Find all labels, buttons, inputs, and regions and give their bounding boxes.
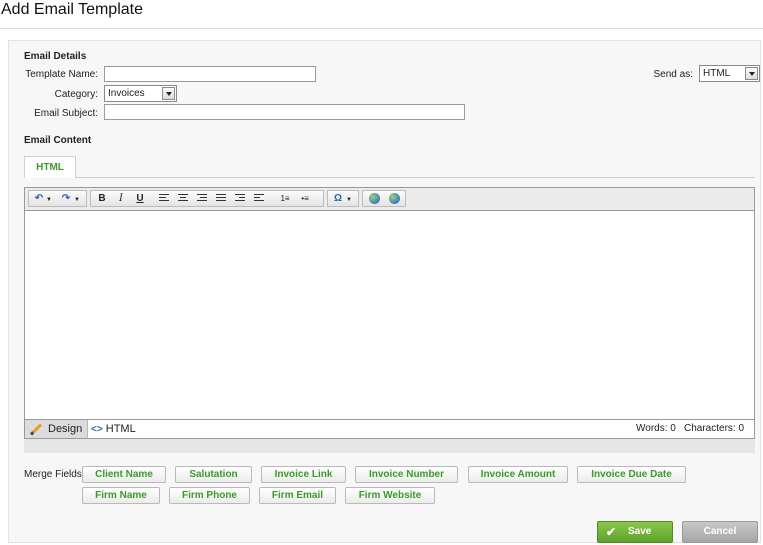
template-name-label: Template Name:: [25, 69, 98, 80]
bold-icon[interactable]: B: [93, 191, 111, 206]
italic-icon[interactable]: I: [112, 191, 130, 206]
redo-icon: ↷: [61, 193, 71, 204]
chevron-down-icon[interactable]: [745, 67, 758, 80]
merge-field-firm-name[interactable]: Firm Name: [82, 487, 160, 504]
email-subject-input[interactable]: [104, 104, 465, 120]
page-title: Add Email Template: [1, 1, 143, 18]
design-mode-label: Design: [48, 423, 83, 435]
formatting-group: B I U 1≡ •≡: [90, 190, 324, 207]
character-count: Characters: 0: [684, 423, 745, 434]
category-selected-value: Invoices: [108, 88, 145, 99]
content-tab-strip: [24, 177, 755, 178]
save-button-label: Save: [628, 526, 652, 537]
editor-resize-strip: [24, 439, 755, 453]
omega-icon: Ω: [333, 193, 343, 204]
align-right-icon[interactable]: [193, 191, 211, 206]
special-char-group: Ω ▼: [327, 190, 359, 207]
outdent-icon[interactable]: [231, 191, 249, 206]
redo-dropdown[interactable]: ▼: [73, 191, 81, 206]
merge-field-firm-email[interactable]: Firm Email: [259, 487, 336, 504]
page-header: Add Email Template: [0, 0, 763, 29]
chevron-down-icon[interactable]: [162, 87, 175, 100]
merge-field-invoice-link[interactable]: Invoice Link: [261, 466, 346, 483]
send-as-label: Send as:: [653, 69, 693, 80]
rich-text-editor: ↶ ▼ ↷ ▼ B I U 1≡ •≡ Ω ▼: [24, 187, 755, 440]
email-content-heading: Email Content: [24, 135, 92, 146]
chevron-down-icon: ▼: [346, 197, 352, 203]
merge-field-invoice-amount[interactable]: Invoice Amount: [468, 466, 568, 483]
chevron-down-icon: ▼: [46, 197, 52, 203]
undo-dropdown[interactable]: ▼: [45, 191, 53, 206]
save-button[interactable]: ✔ Save: [597, 521, 673, 543]
undo-icon: ↶: [34, 193, 44, 204]
template-name-input[interactable]: [104, 66, 316, 82]
chevron-down-icon: ▼: [74, 197, 80, 203]
align-left-icon[interactable]: [155, 191, 173, 206]
merge-field-invoice-due-date[interactable]: Invoice Due Date: [577, 466, 686, 483]
link-group: [362, 190, 406, 207]
code-icon: <>: [91, 424, 103, 435]
unlink-globe-icon: [388, 193, 400, 204]
template-form-panel: Email Details Template Name: Category: I…: [8, 40, 761, 543]
merge-field-client-name[interactable]: Client Name: [82, 466, 166, 483]
merge-field-firm-phone[interactable]: Firm Phone: [169, 487, 250, 504]
editor-toolbar: ↶ ▼ ↷ ▼ B I U 1≡ •≡ Ω ▼: [25, 188, 754, 211]
check-icon: ✔: [606, 525, 617, 539]
category-select[interactable]: Invoices: [104, 85, 177, 102]
ordered-list-icon[interactable]: 1≡: [276, 191, 294, 206]
merge-fields-label: Merge Fields:: [24, 469, 85, 480]
unordered-list-icon[interactable]: •≡: [296, 191, 314, 206]
merge-field-firm-website[interactable]: Firm Website: [345, 487, 435, 504]
send-as-select[interactable]: HTML: [699, 65, 760, 82]
tab-html[interactable]: HTML: [24, 156, 76, 178]
cancel-button[interactable]: Cancel: [682, 521, 758, 543]
html-mode-tab[interactable]: <> HTML: [91, 420, 136, 438]
indent-icon[interactable]: [250, 191, 268, 206]
link-globe-icon: [368, 193, 380, 204]
insert-link-button[interactable]: [365, 191, 383, 206]
send-as-selected-value: HTML: [703, 68, 731, 79]
special-char-dropdown[interactable]: ▼: [345, 191, 353, 206]
email-details-heading: Email Details: [24, 51, 87, 62]
history-group: ↶ ▼ ↷ ▼: [28, 190, 87, 207]
merge-field-salutation[interactable]: Salutation: [175, 466, 252, 483]
editor-mode-bar: Design <> HTML Words: 0 Characters: 0: [24, 419, 755, 439]
design-mode-tab[interactable]: Design: [25, 420, 88, 438]
word-count: Words: 0: [636, 423, 676, 434]
category-label: Category:: [54, 89, 98, 100]
html-mode-label: HTML: [105, 423, 136, 435]
pencil-icon: [29, 423, 43, 436]
email-subject-label: Email Subject:: [34, 108, 98, 119]
remove-link-button[interactable]: [385, 191, 403, 206]
justify-icon[interactable]: [212, 191, 230, 206]
merge-field-invoice-number[interactable]: Invoice Number: [355, 466, 458, 483]
underline-icon[interactable]: U: [131, 191, 149, 206]
editor-content-area[interactable]: [25, 211, 754, 439]
align-center-icon[interactable]: [174, 191, 192, 206]
